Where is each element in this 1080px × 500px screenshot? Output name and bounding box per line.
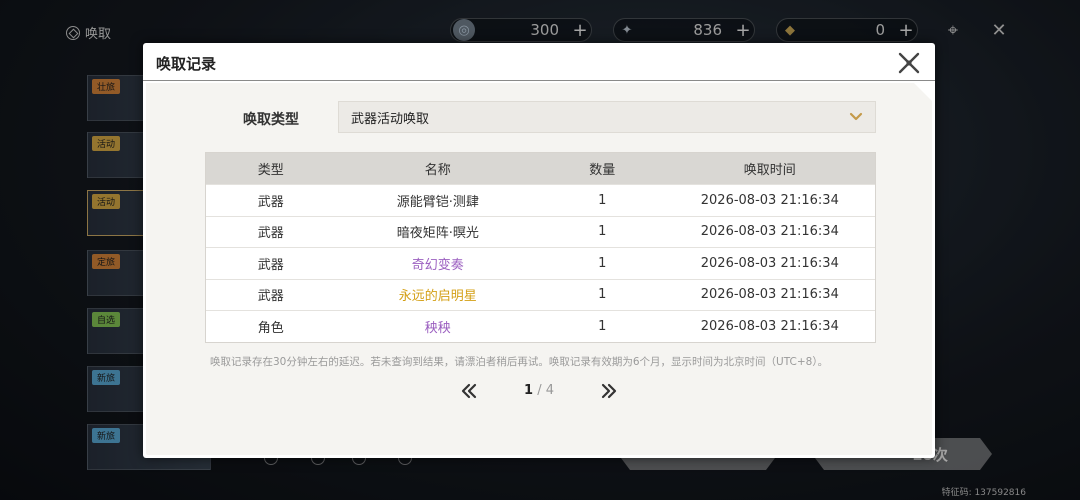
cell-type: 武器 [257, 194, 284, 210]
column-header: 名称 [424, 163, 451, 178]
close-button[interactable] [897, 51, 921, 75]
table-row: 武器 源能臂铠·测肆 1 2026-08-03 21:16:34 [206, 184, 875, 216]
cell-name: 源能臂铠·测肆 [396, 194, 479, 210]
cell-name: 秧秧 [424, 320, 451, 336]
cell-name: 暗夜矩阵·暝光 [396, 226, 479, 242]
cell-qty: 1 [598, 224, 607, 240]
history-table: 类型 名称 数量 唤取时间 武器 源能臂铠·测肆 1 2026-08-03 21… [205, 152, 876, 343]
convene-type-value: 武器活动唤取 [351, 111, 430, 127]
double-chevron-right-icon[interactable] [599, 381, 619, 401]
cell-qty: 1 [598, 287, 607, 303]
cell-type: 武器 [257, 226, 284, 242]
close-icon [898, 52, 920, 74]
page-indicator: 1 / 4 [511, 383, 567, 398]
cell-time: 2026-08-03 21:16:34 [700, 224, 839, 240]
cell-qty: 1 [598, 192, 607, 208]
column-header: 类型 [257, 163, 284, 178]
cell-name: 奇幻变奏 [411, 257, 464, 273]
convene-type-select[interactable]: 武器活动唤取 [338, 101, 876, 133]
table-row: 武器 奇幻变奏 1 2026-08-03 21:16:34 [206, 247, 875, 279]
modal-header: 唤取记录 [143, 43, 935, 81]
current-page: 1 [524, 383, 534, 398]
column-header: 唤取时间 [743, 163, 796, 178]
cell-name: 永远的启明星 [398, 289, 477, 305]
table-row: 武器 暗夜矩阵·暝光 1 2026-08-03 21:16:34 [206, 215, 875, 248]
cell-time: 2026-08-03 21:16:34 [700, 192, 839, 208]
cell-time: 2026-08-03 21:16:34 [700, 318, 839, 334]
page-separator: / [537, 383, 542, 398]
modal-body: 唤取类型 武器活动唤取 类型 名称 数量 唤取时间 武器 源能臂铠·测肆 1 2… [146, 83, 932, 455]
chevron-down-icon [849, 112, 863, 121]
total-pages: 4 [545, 383, 554, 398]
table-header: 类型 名称 数量 唤取时间 [206, 153, 875, 184]
convene-history-modal: 唤取记录 唤取类型 武器活动唤取 类型 名称 数量 唤取时间 武器 源能臂铠·测… [143, 43, 935, 458]
column-header: 数量 [589, 163, 616, 178]
double-chevron-left-icon[interactable] [459, 381, 479, 401]
cell-qty: 1 [598, 318, 607, 334]
table-row: 角色 秧秧 1 2026-08-03 21:16:34 [206, 310, 875, 342]
delay-notice: 唤取记录存在30分钟左右的延迟。若未查询到结果，请漂泊者稍后再试。唤取记录有效期… [210, 356, 829, 368]
cell-time: 2026-08-03 21:16:34 [700, 255, 839, 271]
cell-type: 武器 [257, 257, 284, 273]
cell-type: 角色 [257, 320, 284, 336]
pagination: 1 / 4 [459, 379, 619, 403]
table-row: 武器 永远的启明星 1 2026-08-03 21:16:34 [206, 278, 875, 311]
cell-qty: 1 [598, 255, 607, 271]
cell-time: 2026-08-03 21:16:34 [700, 287, 839, 303]
modal-title: 唤取记录 [156, 55, 217, 73]
header-divider [143, 80, 935, 81]
cell-type: 武器 [257, 289, 284, 305]
convene-type-label: 唤取类型 [243, 112, 299, 128]
